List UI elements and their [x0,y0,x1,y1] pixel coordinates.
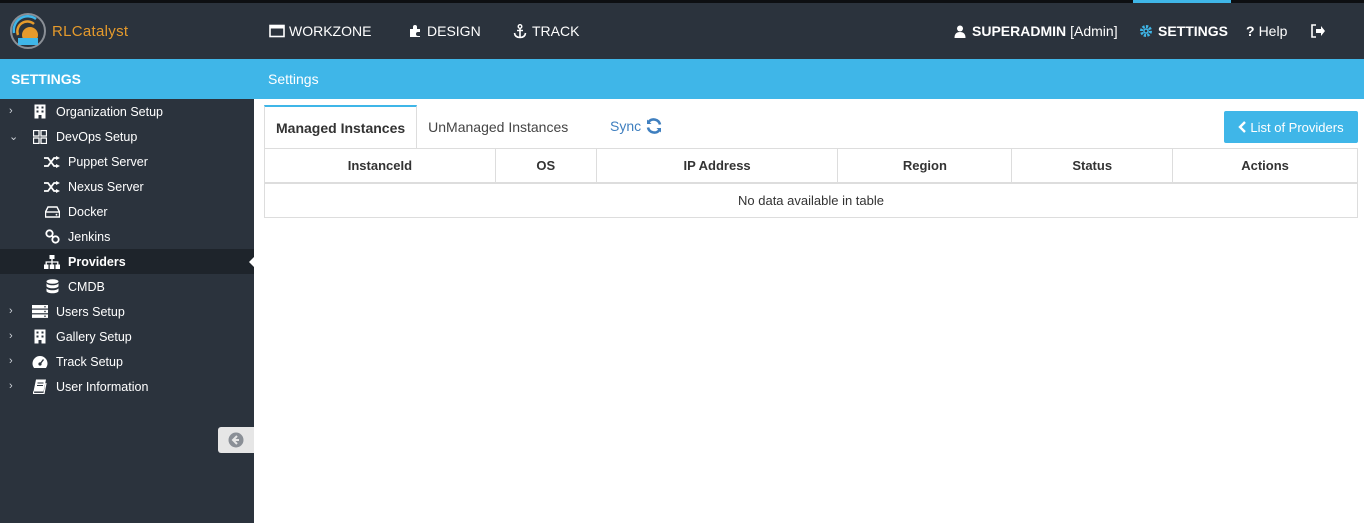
column-header-os[interactable]: OS [494,148,597,184]
instance-tabs: Managed Instances UnManaged Instances [264,105,579,148]
logo-icon [10,13,46,49]
dashboard-icon [32,354,48,370]
user-name: SUPERADMIN [972,23,1067,39]
nav-workzone-label: WORKZONE [289,23,372,39]
question-icon: ? [1246,23,1255,39]
anchor-icon [512,23,528,39]
user-role: [Admin] [1070,23,1118,39]
hdd-icon [44,204,60,220]
empty-table-message: No data available in table [264,182,1358,218]
instances-table: InstanceId OS IP Address Region Status A… [264,148,1358,218]
sidebar-item-label: Nexus Server [68,179,144,194]
logout-button[interactable] [1310,23,1326,39]
grid-icon [32,129,48,145]
server-icon [32,304,48,320]
sidebar-item-cmdb[interactable]: CMDB [0,274,254,299]
logo-text: RLCatalyst [52,22,129,40]
refresh-icon [646,118,662,134]
sidebar-item-label: Organization Setup [56,104,164,119]
sidebar-item-gallery-setup[interactable]: › Gallery Setup [0,324,254,349]
column-header-region[interactable]: Region [837,148,1013,184]
building-icon [32,104,48,120]
window-icon [269,23,285,39]
puzzle-icon [407,23,423,39]
chevron-right-icon: › [9,105,13,117]
sidebar-item-label: Users Setup [56,304,125,319]
sidebar-item-jenkins[interactable]: Jenkins [0,224,254,249]
chevron-right-icon: › [9,355,13,367]
sidebar-collapse-button[interactable] [218,427,254,453]
random-icon [44,179,60,195]
sidebar-item-label: Gallery Setup [56,329,132,344]
list-of-providers-button[interactable]: List of Providers [1224,111,1358,143]
sidebar-item-track-setup[interactable]: › Track Setup [0,349,254,374]
sidebar-title: SETTINGS [0,59,254,99]
chevron-down-icon: ⌄ [9,131,19,143]
column-header-instanceid[interactable]: InstanceId [264,148,496,184]
chevron-left-icon [1238,121,1247,133]
nav-settings[interactable]: SETTINGS [1138,23,1228,39]
sidebar-item-user-information[interactable]: › User Information [0,374,254,399]
nav-help[interactable]: ? Help [1246,23,1287,39]
sync-button[interactable]: Sync [610,116,663,136]
building-icon [32,329,48,345]
user-icon [952,23,968,39]
sidebar-item-label: CMDB [68,279,105,294]
nav-track-label: TRACK [532,23,580,39]
tab-managed-instances[interactable]: Managed Instances [264,105,418,148]
sidebar-item-label: Puppet Server [68,154,148,169]
arrow-circle-left-icon [228,432,244,448]
sign-out-icon [1310,23,1326,39]
sidebar-item-label: DevOps Setup [56,129,138,144]
random-icon [44,154,60,170]
table-row: No data available in table [264,182,1358,218]
sidebar-item-label: Docker [68,204,108,219]
sidebar-item-puppet-server[interactable]: Puppet Server [0,149,254,174]
gear-icon [1138,23,1154,39]
sidebar-item-users-setup[interactable]: › Users Setup [0,299,254,324]
chevron-right-icon: › [9,330,13,342]
database-icon [44,279,60,295]
tab-unmanaged-instances[interactable]: UnManaged Instances [417,105,579,148]
nav-help-label: Help [1258,23,1288,39]
page-title: Settings [254,59,1364,99]
sidebar-item-docker[interactable]: Docker [0,199,254,224]
column-header-ip-address[interactable]: IP Address [595,148,839,184]
sidebar-item-label: Providers [68,254,126,269]
table-header-row: InstanceId OS IP Address Region Status A… [264,148,1358,184]
sitemap-icon [44,254,60,270]
book-icon [32,379,48,395]
sidebar: SETTINGS › Organization Setup ⌄ DevOps S… [0,59,254,523]
sidebar-item-providers[interactable]: Providers [0,249,254,274]
chevron-right-icon: › [9,305,13,317]
sync-label: Sync [610,118,642,134]
nav-design[interactable]: DESIGN [407,23,481,39]
link-icon [44,229,60,245]
chevron-right-icon: › [9,380,13,392]
nav-workzone[interactable]: WORKZONE [269,23,371,39]
sidebar-item-devops-setup[interactable]: ⌄ DevOps Setup [0,124,254,149]
list-of-providers-label: List of Providers [1250,119,1344,135]
column-header-actions[interactable]: Actions [1172,148,1358,184]
nav-settings-label: SETTINGS [1158,23,1229,39]
sidebar-item-nexus-server[interactable]: Nexus Server [0,174,254,199]
sidebar-item-label: User Information [56,379,149,394]
nav-design-label: DESIGN [427,23,481,39]
logo[interactable]: RLCatalyst [8,11,128,51]
column-header-status[interactable]: Status [1011,148,1174,184]
sidebar-item-label: Jenkins [68,229,111,244]
user-menu[interactable]: SUPERADMIN [Admin] [952,23,1118,39]
sidebar-item-label: Track Setup [56,354,123,369]
sidebar-item-organization-setup[interactable]: › Organization Setup [0,99,254,124]
nav-track[interactable]: TRACK [512,23,579,39]
top-navbar: RLCatalyst WORKZONE DESIGN TRACK SUPERAD… [0,0,1364,59]
